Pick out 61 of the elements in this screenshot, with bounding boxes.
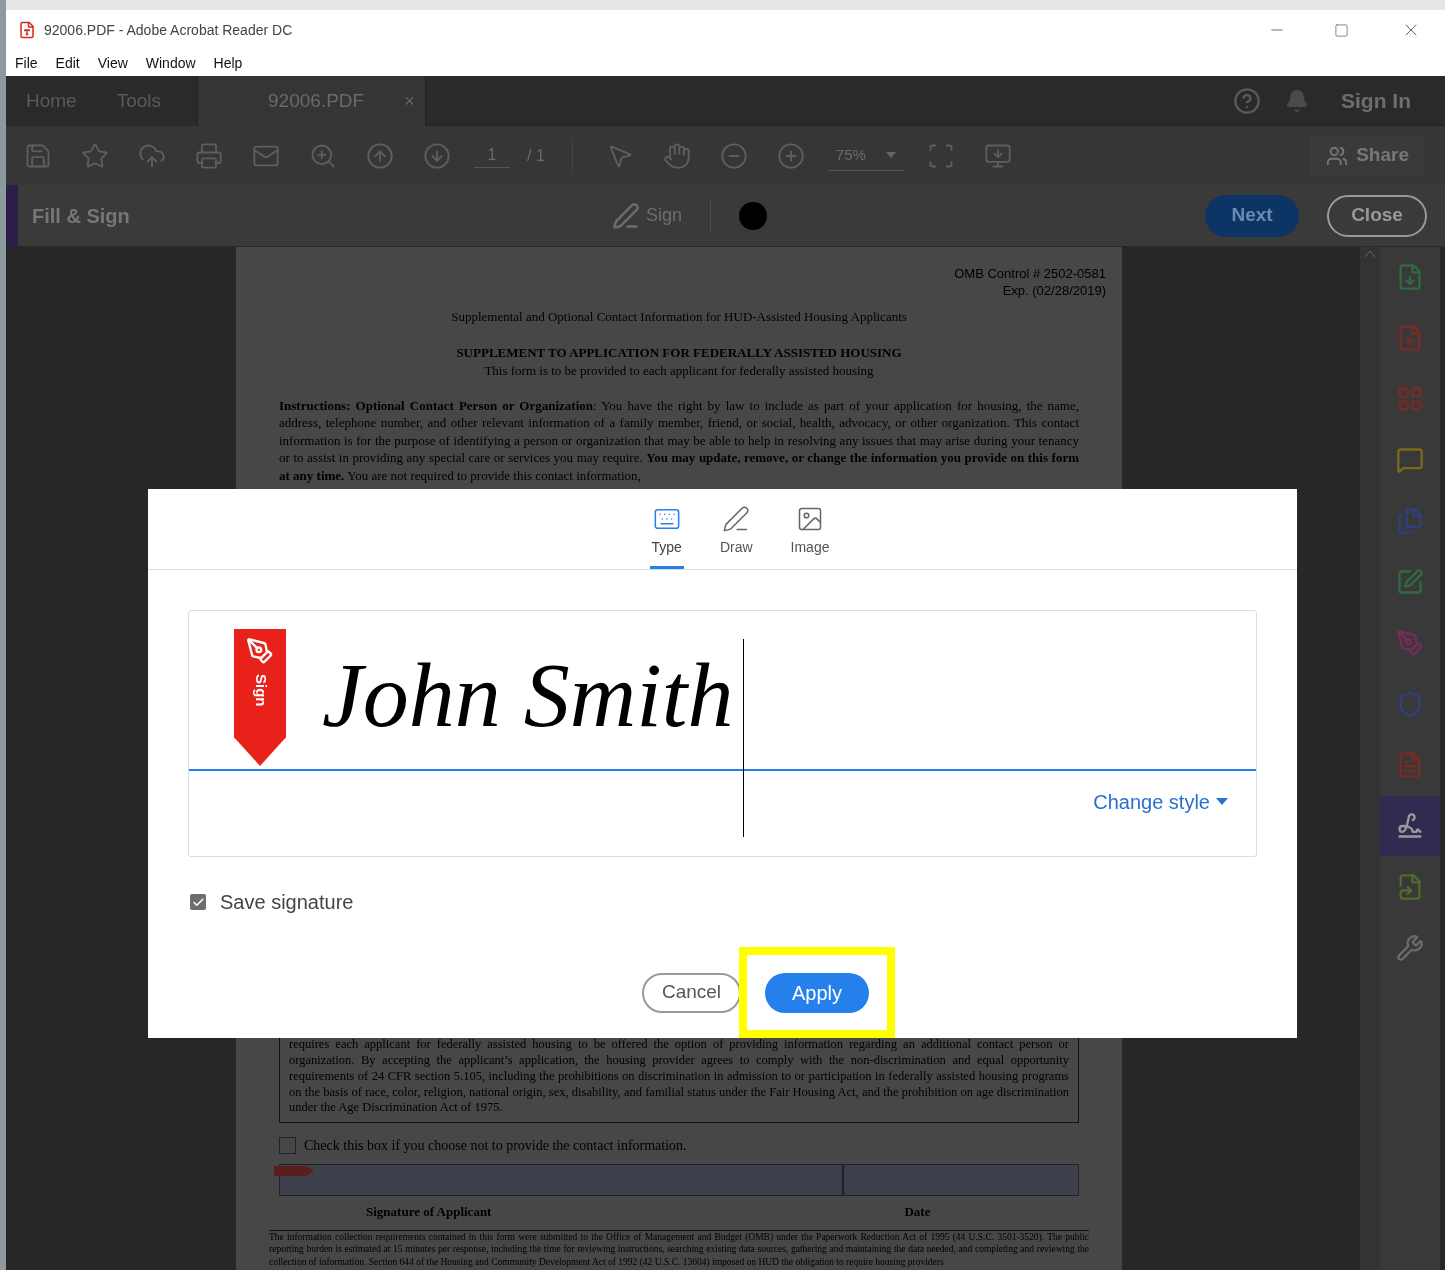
date-label: Date <box>904 1203 931 1221</box>
help-icon[interactable] <box>1233 86 1261 115</box>
form-heading: SUPPLEMENT TO APPLICATION FOR FEDERALLY ASSISTED HOUSING <box>456 343 902 362</box>
bell-icon[interactable] <box>1285 88 1309 113</box>
signature-mode-tab[interactable]: Draw <box>717 505 755 569</box>
signature-area[interactable]: Sign John Smith Change style <box>188 610 1257 857</box>
close-tab-button[interactable]: × <box>404 87 415 115</box>
zoom-out-icon[interactable] <box>719 141 748 170</box>
fill-sign-title: Fill & Sign <box>32 203 131 229</box>
form-subtitle: Supplemental and Optional Contact Information for HUD-Assisted Housing Applicants <box>451 308 907 326</box>
pen-icon <box>722 505 751 533</box>
menu-item[interactable]: File <box>15 52 38 74</box>
scroll-up-icon[interactable] <box>1365 251 1375 257</box>
expiration-date: Exp. (02/28/2019) <box>1002 282 1106 299</box>
signature-mode-tab[interactable]: Type <box>649 505 684 569</box>
caret-icon <box>885 152 896 158</box>
acrobat-icon <box>18 21 36 39</box>
sign-ribbon: Sign <box>234 629 286 766</box>
signature-mode-tab[interactable]: Image <box>788 505 832 569</box>
opt-out-label: Check this box if you choose not to provide the contact information. <box>304 1137 687 1155</box>
close-button[interactable]: Close <box>1327 194 1427 237</box>
share-button[interactable]: Share <box>1310 135 1425 176</box>
form-note: This form is to be provided to each applicant for federally assisted housing <box>484 361 874 380</box>
caret-icon <box>1216 798 1228 806</box>
pen-icon[interactable] <box>1396 629 1424 657</box>
save-signature-checkbox[interactable] <box>190 894 206 910</box>
ink-color-swatch[interactable] <box>739 201 768 230</box>
edit-icon[interactable] <box>1396 568 1424 596</box>
wrench-icon[interactable] <box>1396 934 1424 962</box>
signature-label: Signature of Applicant <box>366 1203 492 1221</box>
combine-files-icon[interactable] <box>1396 507 1424 535</box>
people-icon <box>1326 144 1349 167</box>
hand-icon[interactable] <box>662 141 691 170</box>
next-button[interactable]: Next <box>1205 194 1299 237</box>
cancel-button[interactable]: Cancel <box>642 972 741 1013</box>
zoom-in-icon[interactable] <box>776 141 805 170</box>
omb-control-number: OMB Control # 2502-0581 <box>954 265 1106 282</box>
star-icon[interactable] <box>81 141 109 170</box>
menu-item[interactable]: Window <box>145 52 196 74</box>
typed-signature: John Smith <box>322 649 734 741</box>
window-title: 92006.PDF - Adobe Acrobat Reader DC <box>44 20 294 40</box>
sign-here-tag <box>274 1166 314 1176</box>
next-page-icon[interactable] <box>423 141 451 170</box>
apply-button[interactable]: Apply <box>765 972 869 1013</box>
organize-pages-icon[interactable] <box>1396 385 1424 413</box>
opt-out-checkbox[interactable] <box>279 1137 296 1154</box>
print-icon[interactable] <box>195 141 223 170</box>
comment-icon[interactable] <box>1396 446 1424 474</box>
image-icon <box>796 505 824 533</box>
instructions-paragraph: Instructions: Optional Contact Person or Organization: You have the right by law to include as part of your application for housing, the name, address, telephone number, and other relevant information of a family member, friend, or social, health, advocacy, or other organization. This contact information is for the purpose of identifying a person or organization that may be able to help in resolving any issues that may arise during your tenancy or to assist in providing any special care or services you may require. You may update, remove, or change the information you provide on this form at any time. You are not required to provide this contact information, <box>279 396 1079 484</box>
menu-item[interactable]: Edit <box>55 52 80 74</box>
previous-page-icon[interactable] <box>366 141 394 170</box>
save-signature-label: Save signature <box>220 890 354 915</box>
maximize-icon[interactable] <box>1334 22 1349 38</box>
signature-icon[interactable] <box>1396 812 1424 840</box>
date-field[interactable] <box>842 1164 1079 1196</box>
menu-item[interactable]: View <box>97 52 128 74</box>
sign-in-link[interactable]: Sign In <box>1341 84 1411 117</box>
change-style-dropdown[interactable]: Change style <box>1093 787 1228 817</box>
menu-item[interactable]: Help <box>213 52 243 74</box>
pen-icon <box>612 201 640 230</box>
